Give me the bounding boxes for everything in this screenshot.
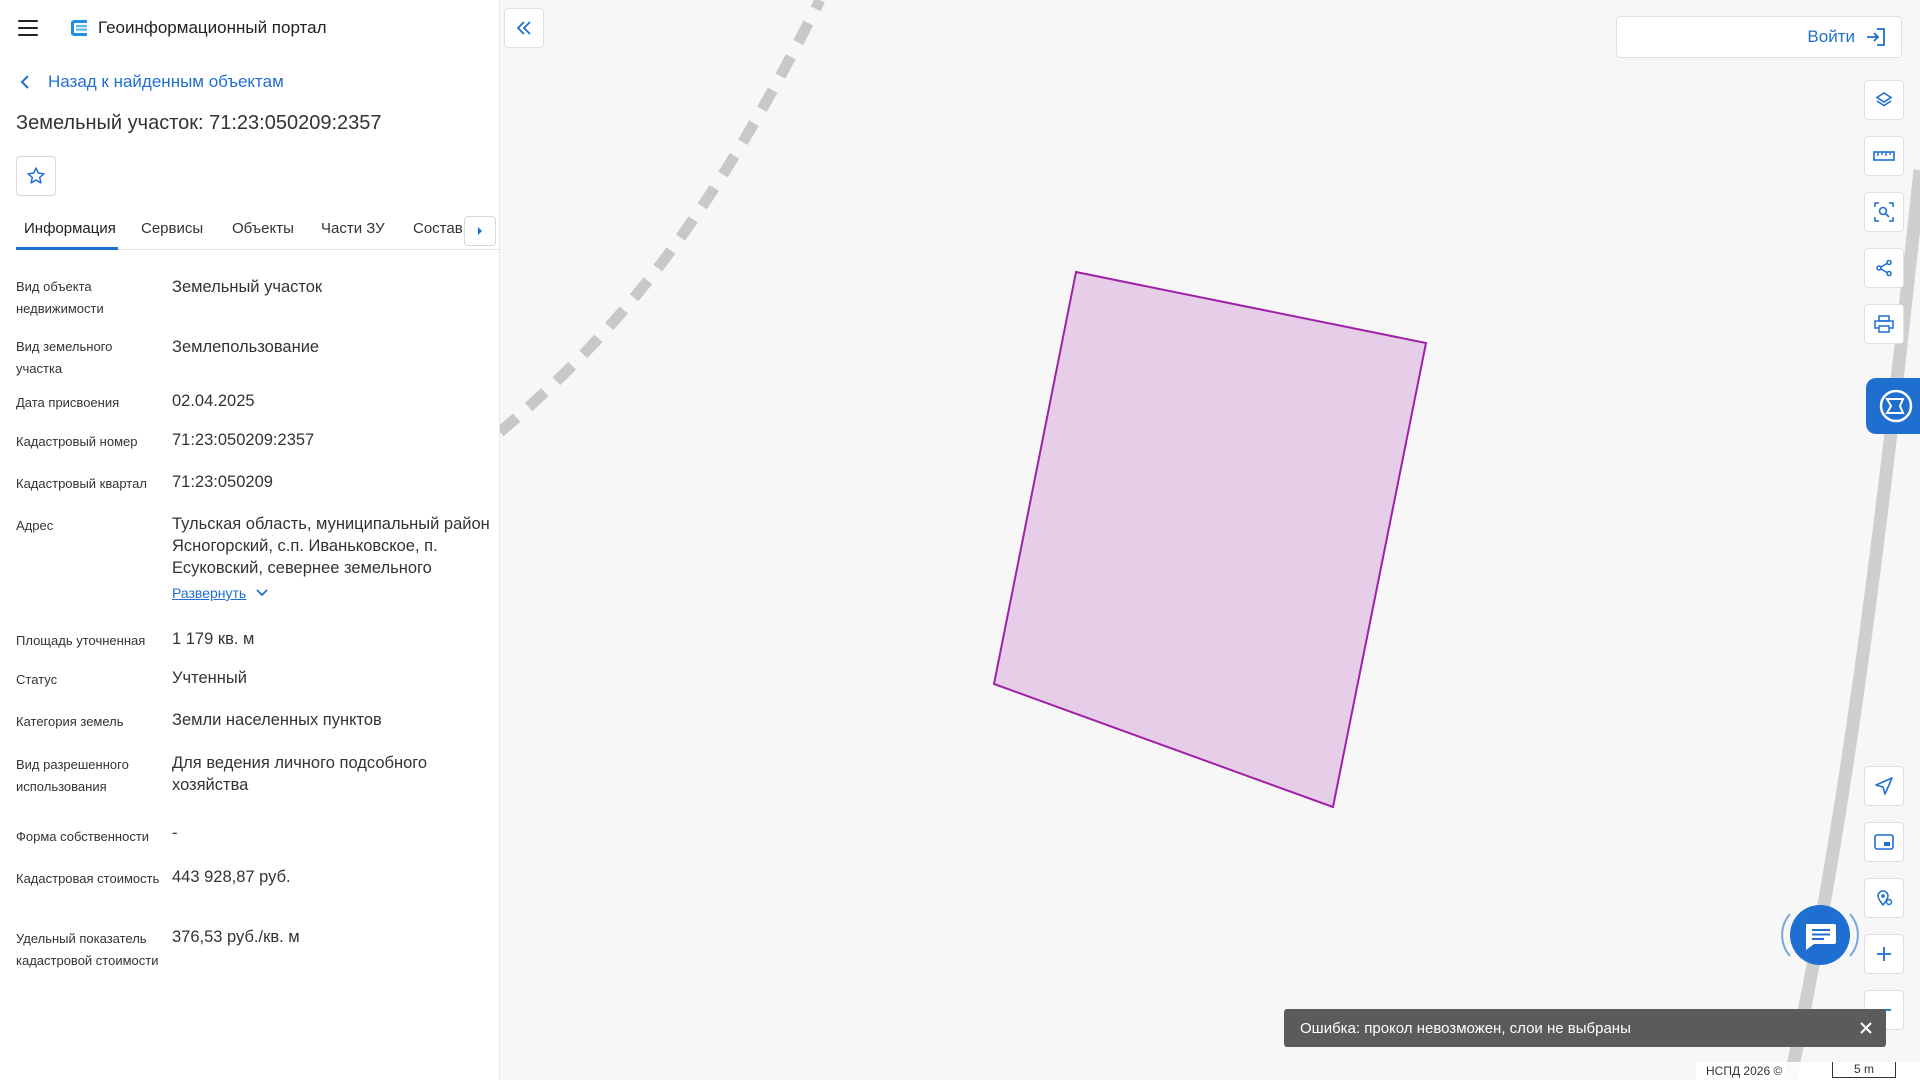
- layers-icon: [1875, 92, 1893, 107]
- info-value: Тульская область, муниципальный район Яс…: [172, 515, 490, 577]
- login-button[interactable]: Войти: [1616, 16, 1902, 58]
- star-icon: [27, 167, 45, 184]
- measure-button[interactable]: [1864, 136, 1904, 176]
- chat-button[interactable]: [1778, 898, 1862, 972]
- layers-button[interactable]: [1864, 80, 1904, 120]
- double-chevron-left-icon: [516, 21, 531, 35]
- ruler-icon: [1873, 151, 1895, 161]
- tab-information[interactable]: Информация: [24, 220, 116, 237]
- back-to-results-link[interactable]: Назад к найденным объектам: [20, 72, 284, 92]
- tab-composition[interactable]: Состав: [413, 220, 463, 237]
- share-icon: [1876, 259, 1892, 277]
- map-layer: [500, 0, 1920, 1080]
- active-tab-indicator: [16, 247, 118, 250]
- print-button[interactable]: [1864, 304, 1904, 344]
- location-search-button[interactable]: [1864, 878, 1904, 918]
- info-value: Земли населенных пунктов: [172, 711, 382, 729]
- portal-logo-icon[interactable]: [68, 17, 90, 39]
- info-value: 1 179 кв. м: [172, 630, 255, 648]
- minimap-button[interactable]: [1864, 822, 1904, 862]
- geolocation-button[interactable]: [1864, 766, 1904, 806]
- info-label: Кадастровый квартал: [16, 476, 147, 491]
- tab-objects[interactable]: Объекты: [232, 220, 294, 237]
- share-button[interactable]: [1864, 248, 1904, 288]
- feedback-icon: [1879, 389, 1913, 423]
- navigation-arrow-icon: [1875, 777, 1893, 795]
- zoom-in-button[interactable]: [1864, 934, 1904, 974]
- info-value: 71:23:050209: [172, 473, 273, 491]
- hamburger-icon[interactable]: [18, 20, 38, 36]
- sidebar-header: Геоинформационный портал: [0, 0, 500, 56]
- tab-parcel-parts[interactable]: Части ЗУ: [321, 220, 385, 237]
- page-title: Земельный участок: 71:23:050209:2357: [16, 112, 382, 134]
- info-value: Земельный участок: [172, 278, 323, 296]
- collapse-sidebar-button[interactable]: [504, 8, 544, 48]
- map-road-dashed: [500, 0, 825, 437]
- chevron-left-icon: [20, 75, 29, 89]
- chevron-down-icon: [256, 589, 268, 597]
- caret-right-icon: [478, 227, 482, 235]
- info-label: Категория земель: [16, 714, 124, 729]
- info-value: Для ведения личного подсобного хозяйства: [172, 754, 428, 794]
- info-value: Учтенный: [172, 669, 247, 687]
- expand-address-link[interactable]: Развернуть: [172, 585, 268, 601]
- info-label: Вид разрешенного использования: [16, 757, 129, 794]
- info-label: Статус: [16, 672, 58, 687]
- info-value: 02.04.2025: [172, 392, 255, 410]
- info-label: Вид объекта недвижимости: [16, 279, 104, 316]
- area-search-button[interactable]: [1864, 192, 1904, 232]
- map-canvas[interactable]: [500, 0, 1920, 1080]
- scale-bar: 5 m: [1832, 1062, 1896, 1078]
- portal-title: Геоинформационный портал: [98, 18, 327, 37]
- toast-message: Ошибка: прокол невозможен, слои не выбра…: [1300, 1019, 1631, 1037]
- info-value: -: [172, 824, 178, 842]
- info-value: 71:23:050209:2357: [172, 431, 315, 449]
- info-value: 443 928,87 руб.: [172, 868, 291, 886]
- printer-icon: [1874, 315, 1894, 333]
- tab-services[interactable]: Сервисы: [141, 220, 203, 237]
- location-pin-icon: [1877, 890, 1893, 907]
- plus-icon: [1877, 947, 1891, 961]
- error-toast: Ошибка: прокол невозможен, слои не выбра…: [1284, 1009, 1886, 1047]
- login-icon: [1867, 28, 1885, 46]
- close-icon[interactable]: [1858, 1020, 1874, 1036]
- expand-label: Развернуть: [172, 585, 247, 601]
- land-parcel-polygon[interactable]: [992, 270, 1428, 809]
- info-label: Удельный показатель кадастровой стоимост…: [16, 931, 159, 968]
- tabs-bar: Информация Сервисы Объекты Части ЗУ Сост…: [16, 216, 500, 250]
- info-label: Форма собственности: [16, 829, 150, 844]
- copyright-text: НСПД 2026 ©: [1706, 1064, 1783, 1078]
- login-label: Войти: [1807, 27, 1855, 46]
- chat-icon: [1781, 905, 1859, 965]
- area-search-icon: [1874, 202, 1894, 222]
- info-label: Адрес: [16, 518, 54, 533]
- info-label: Площадь уточненная: [16, 633, 146, 648]
- feedback-tab-button[interactable]: [1866, 378, 1920, 434]
- tabs-scroll-right-button[interactable]: [464, 216, 496, 246]
- favorite-button[interactable]: [16, 156, 56, 196]
- map-footer: НСПД 2026 © 5 m: [1696, 1062, 1920, 1080]
- sidebar-panel: Геоинформационный портал Назад к найденн…: [0, 0, 500, 1080]
- info-value: 376,53 руб./кв. м: [172, 928, 300, 946]
- info-label: Дата присвоения: [16, 395, 120, 410]
- info-label: Кадастровая стоимость: [16, 871, 160, 886]
- minimap-icon: [1874, 834, 1894, 850]
- info-value: Землепользование: [172, 338, 320, 356]
- back-link-label: Назад к найденным объектам: [48, 72, 284, 91]
- info-label: Кадастровый номер: [16, 434, 138, 449]
- info-label: Вид земельного участка: [16, 339, 113, 376]
